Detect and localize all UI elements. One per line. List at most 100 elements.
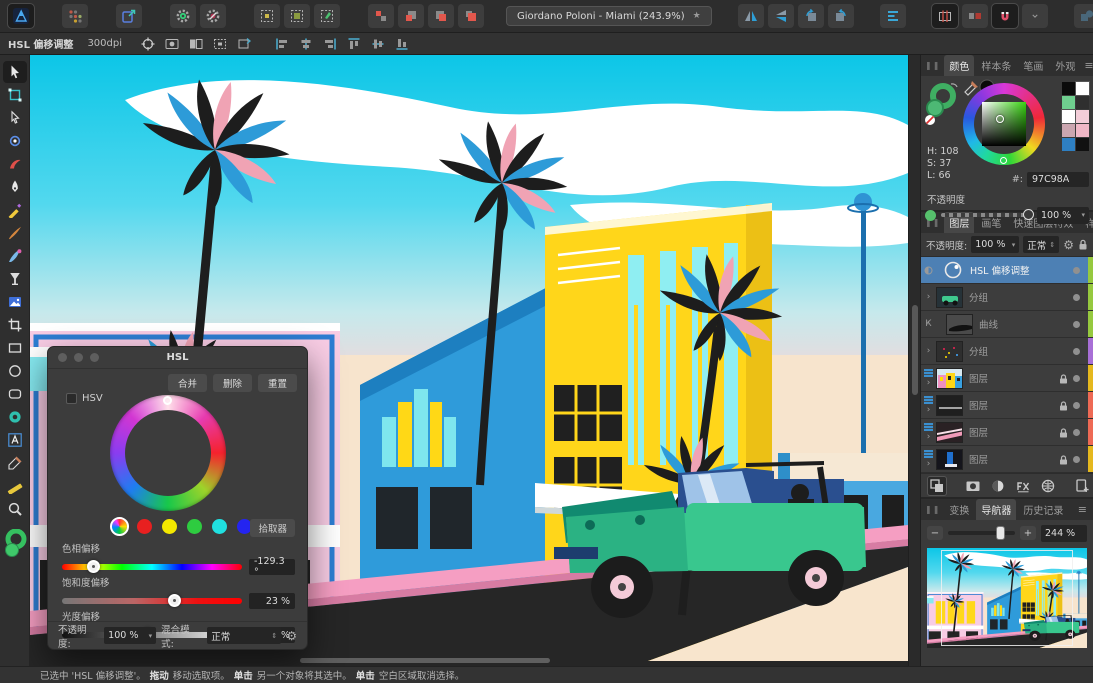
panel-grip[interactable]: ❚❚ <box>925 505 940 514</box>
swatch-7[interactable] <box>1076 124 1089 137</box>
layer-expand[interactable] <box>921 266 936 275</box>
tab-历史记录[interactable]: 历史记录 <box>1018 499 1068 520</box>
align-top-button[interactable] <box>344 35 364 53</box>
mask-layer-button[interactable] <box>965 478 981 494</box>
channel-swatch-3[interactable] <box>187 519 202 534</box>
rectangle-tool[interactable] <box>3 337 27 359</box>
flip-vertical-button[interactable] <box>767 4 794 28</box>
channel-swatch-1[interactable] <box>137 519 152 534</box>
pencil-tool[interactable] <box>3 199 27 221</box>
layer-expand[interactable]: › <box>921 395 936 415</box>
node-tool[interactable] <box>3 107 27 129</box>
hsv-checkbox-box[interactable] <box>66 393 77 404</box>
layer-row-图层[interactable]: › 图层 <box>921 365 1093 392</box>
ellipse-tool[interactable] <box>3 360 27 382</box>
layer-expand[interactable]: › <box>921 449 936 469</box>
tab-变换[interactable]: 变换 <box>944 499 974 520</box>
show-selection-button[interactable] <box>162 35 182 53</box>
layer-row-分组[interactable]: › 分组 <box>921 338 1093 365</box>
saturation-lightness-square[interactable] <box>982 102 1026 146</box>
to-front-button[interactable] <box>458 4 484 28</box>
flip-horizontal-button[interactable] <box>737 4 764 28</box>
transform-box-button[interactable] <box>210 35 230 53</box>
swatch-4[interactable] <box>1061 109 1076 124</box>
swatch-2[interactable] <box>1062 96 1075 109</box>
back-one-button[interactable] <box>398 4 424 28</box>
move-tool[interactable] <box>2 61 27 83</box>
layer-row-分组[interactable]: › 分组 <box>921 284 1093 311</box>
swatch-8[interactable] <box>1062 138 1075 151</box>
lock-icon[interactable] <box>1059 396 1068 415</box>
dialog-gear-icon[interactable]: ⚙ <box>286 629 297 643</box>
swatch-0[interactable] <box>1062 82 1075 95</box>
snapping-magnet-button[interactable] <box>990 3 1019 29</box>
layer-expand[interactable]: › <box>921 292 936 302</box>
layer-expand[interactable]: Ҝ <box>921 319 936 329</box>
transparency-tool[interactable] <box>3 268 27 290</box>
edit-all-layers-button[interactable] <box>927 475 947 496</box>
tab-笔画[interactable]: 笔画 <box>1018 55 1048 76</box>
hsv-checkbox[interactable]: HSV <box>66 393 103 404</box>
align-middle-button[interactable] <box>368 35 388 53</box>
align-left-button[interactable] <box>272 35 292 53</box>
zoom-value[interactable]: 244 % <box>1041 524 1087 542</box>
swatch-1[interactable] <box>1075 81 1090 96</box>
document-title-pill[interactable]: Giordano Poloni - Miami (243.9%) ★ <box>506 6 712 26</box>
layer-effects-button[interactable] <box>1015 478 1031 494</box>
show-grid-button[interactable] <box>930 3 959 29</box>
layer-thumbnail[interactable] <box>936 448 963 470</box>
fill-stroke-indicator[interactable] <box>923 80 963 126</box>
navigator-viewport-rect[interactable] <box>941 550 1073 646</box>
layer-thumbnail[interactable] <box>936 394 963 416</box>
affinity-designer-logo[interactable] <box>7 3 35 29</box>
hue-ring-marker[interactable] <box>163 396 172 405</box>
blend-mode-dropdown[interactable]: 正常 ⇕ <box>207 627 282 644</box>
boolean-add-button[interactable] <box>1073 4 1093 28</box>
zoom-tool[interactable] <box>3 498 27 520</box>
layer-thumbnail[interactable] <box>936 421 963 443</box>
edit-selection-box-button[interactable] <box>254 4 280 28</box>
zoom-out-button[interactable]: − <box>927 526 943 540</box>
layer-expand[interactable]: › <box>921 368 936 388</box>
gear-green-button[interactable] <box>170 4 196 28</box>
color-wheel[interactable] <box>963 83 1045 165</box>
layer-thumbnail[interactable] <box>946 313 973 335</box>
panel-grip[interactable]: ❚❚ <box>925 61 940 70</box>
adjustment-layer-button[interactable] <box>990 478 1006 494</box>
pixel-persona-button[interactable] <box>62 4 88 28</box>
zoom-slider[interactable] <box>948 526 1015 540</box>
channel-swatch-4[interactable] <box>212 519 227 534</box>
lock-icon[interactable] <box>1059 369 1068 388</box>
hex-input[interactable]: 97C98A <box>1027 172 1089 187</box>
vertical-scrollbar[interactable] <box>908 55 920 666</box>
contour-tool[interactable] <box>3 153 27 175</box>
new-layer-button[interactable] <box>1074 478 1090 494</box>
opacity-slider[interactable] <box>941 209 1034 220</box>
visibility-dot[interactable] <box>1073 320 1080 328</box>
hue-shift-slider[interactable] <box>62 560 242 573</box>
layer-row-曲线[interactable]: Ҝ 曲线 <box>921 311 1093 338</box>
sl-marker[interactable] <box>996 115 1004 123</box>
tab-样本条[interactable]: 样本条 <box>976 55 1016 76</box>
paint-brush-tool[interactable] <box>3 245 27 267</box>
shape-tool[interactable] <box>3 406 27 428</box>
place-image-tool[interactable] <box>3 291 27 313</box>
select-object-button[interactable] <box>284 4 310 28</box>
pen-tool[interactable] <box>3 176 27 198</box>
visibility-dot[interactable] <box>1073 347 1080 355</box>
cycle-selection-button[interactable] <box>234 35 254 53</box>
layer-row-图层[interactable]: › 图层 <box>921 419 1093 446</box>
vector-brush-tool[interactable] <box>3 222 27 244</box>
layer-expand[interactable]: › <box>921 422 936 442</box>
channel-swatch-0[interactable] <box>110 517 129 536</box>
opacity-dropdown[interactable]: 100 % ▾ <box>1037 206 1089 224</box>
align-bottom-button[interactable] <box>392 35 412 53</box>
zoom-in-button[interactable]: + <box>1020 526 1036 540</box>
swatch-9[interactable] <box>1076 138 1089 151</box>
measure-tool[interactable] <box>3 475 27 497</box>
delete-button[interactable]: 删除 <box>212 374 252 392</box>
hue-ring[interactable] <box>110 395 226 511</box>
fill-stroke-well[interactable] <box>3 528 27 559</box>
visibility-dot[interactable] <box>1073 428 1080 436</box>
merge-button[interactable]: 合并 <box>167 374 207 392</box>
